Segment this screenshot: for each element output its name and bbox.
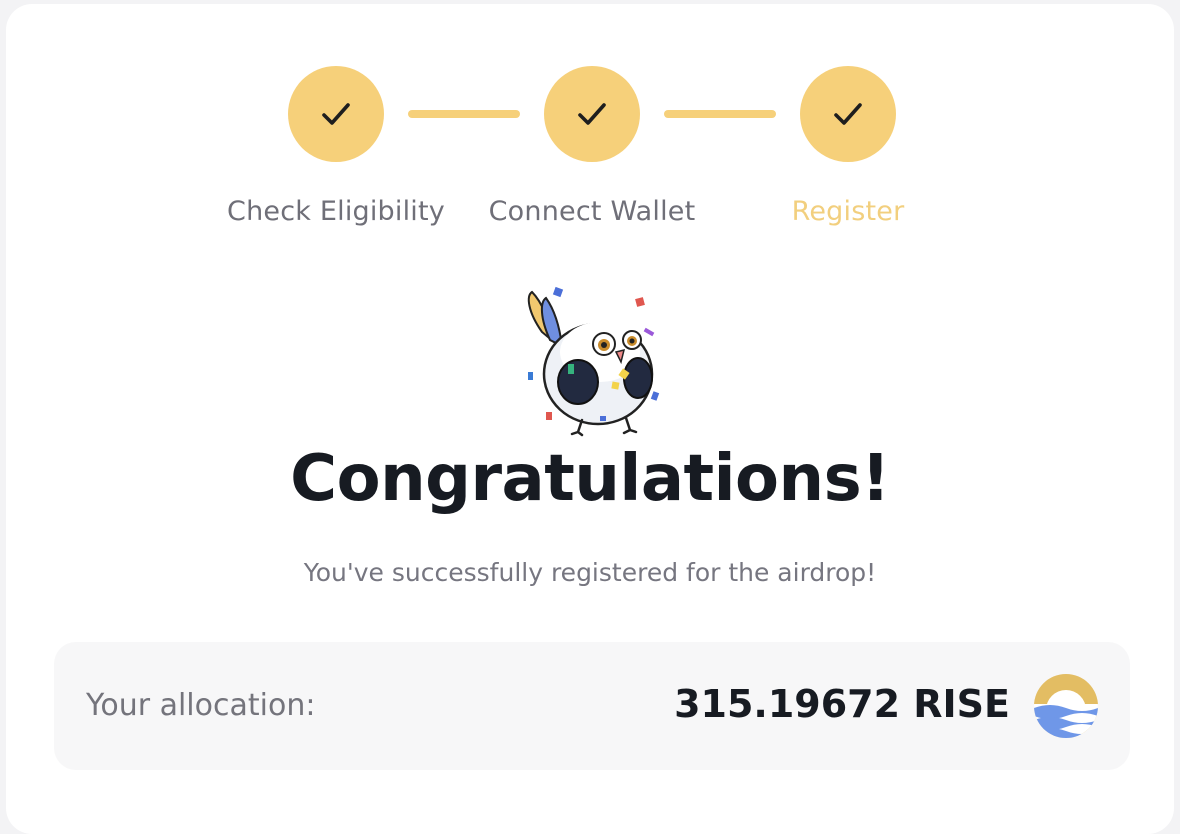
step-2-complete-indicator <box>544 66 640 162</box>
allocation-panel: Your allocation: 315.19672 RISE <box>54 642 1130 770</box>
rise-token-icon <box>1034 674 1098 738</box>
allocation-label: Your allocation: <box>86 688 316 723</box>
success-message: You've successfully registered for the a… <box>303 558 877 587</box>
step-3-complete-indicator <box>800 66 896 162</box>
step-connector-1 <box>408 110 520 118</box>
step-label-register: Register <box>791 196 905 227</box>
step-connector-2 <box>664 110 776 118</box>
check-icon <box>834 103 862 125</box>
step-label-check-eligibility: Check Eligibility <box>227 196 445 227</box>
step-1-complete-indicator <box>288 66 384 162</box>
step-label-connect-wallet: Connect Wallet <box>488 196 696 227</box>
check-icon <box>322 103 350 125</box>
allocation-amount: 315.19672 RISE <box>674 682 1010 726</box>
congratulations-heading: Congratulations! <box>290 442 890 516</box>
celebrating-bird-illustration <box>527 286 660 437</box>
check-icon <box>578 103 606 125</box>
